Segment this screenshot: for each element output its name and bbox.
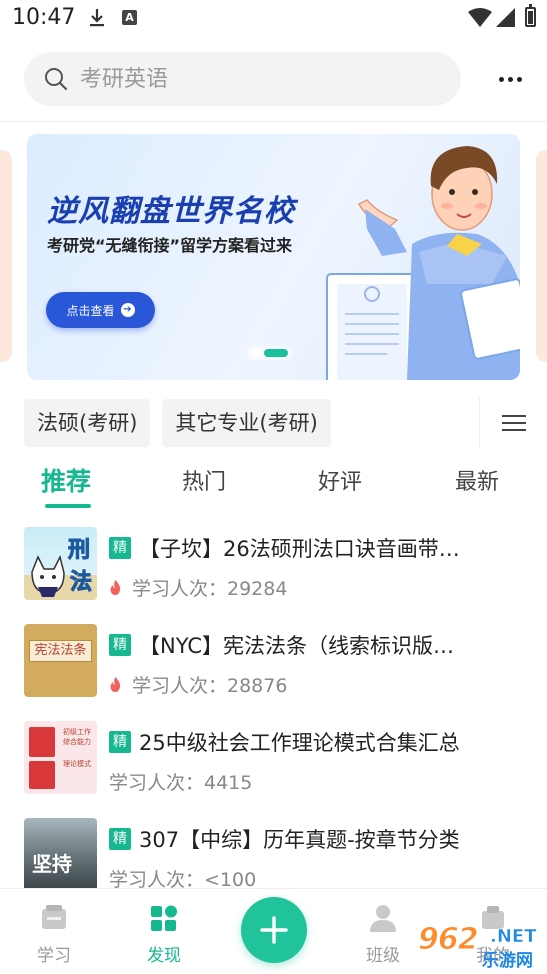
course-thumbnail: 刑 法 <box>24 527 97 600</box>
thumb-label: 坚持 <box>32 852 72 876</box>
course-title-text: 307【中综】历年真题-按章节分类 <box>139 828 460 852</box>
tab-latest[interactable]: 最新 <box>455 464 499 496</box>
featured-badge: 精 <box>109 731 131 753</box>
flame-icon <box>110 580 121 595</box>
study-count: 学习人次：4415 <box>109 772 253 794</box>
cellular-signal-icon <box>496 8 515 27</box>
tab-top-rated[interactable]: 好评 <box>318 464 362 496</box>
category-chip-law-master[interactable]: 法硕(考研) <box>24 399 151 447</box>
battery-icon <box>525 4 536 27</box>
banner-subtitle: 考研党“无缝衔接”留学方案看过来 <box>47 236 293 255</box>
thumb-char-1: 刑 <box>68 538 90 563</box>
notification-a-icon: A <box>122 10 137 25</box>
thumb-text-block: 初级工作 综合能力 理论模式 <box>63 728 91 768</box>
banner-dot <box>252 349 260 357</box>
banner-cta-label: 点击查看 <box>66 303 115 318</box>
course-title-text: 【子坎】26法硕刑法口诀音画带… <box>139 537 460 561</box>
banner-cta-button[interactable]: 点击查看 ➔ <box>46 292 155 328</box>
course-thumbnail: 宪法法条 <box>24 624 97 697</box>
site-watermark: 962 .NET 乐游网 <box>410 922 545 972</box>
book-icon <box>42 905 66 929</box>
class-icon <box>370 905 396 932</box>
tab-hot[interactable]: 热门 <box>182 464 226 496</box>
watermark-net: .NET <box>490 926 537 948</box>
book-cover-art <box>29 727 55 757</box>
course-title-text: 【NYC】宪法法条（线索标识版… <box>139 634 455 658</box>
search-bar[interactable] <box>24 52 461 106</box>
category-chip-other-majors[interactable]: 其它专业(考研) <box>162 399 331 447</box>
tab-active-indicator <box>45 504 91 508</box>
promo-banner[interactable]: 逆风翻盘世界名校 考研党“无缝衔接”留学方案看过来 点击查看 ➔ <box>27 134 520 380</box>
content-tabs: 推荐 热门 好评 最新 <box>0 458 547 510</box>
course-title: 精 25中级社会工作理论模式合集汇总 <box>109 727 521 757</box>
plus-icon <box>260 916 288 944</box>
featured-badge: 精 <box>109 537 131 559</box>
category-menu-button[interactable] <box>479 397 547 449</box>
study-count: 学习人次：29284 <box>132 578 288 600</box>
menu-lines-icon <box>501 415 526 417</box>
more-dots-icon <box>498 76 504 82</box>
header-divider <box>0 121 547 122</box>
course-title: 精 【NYC】宪法法条（线索标识版… <box>109 630 521 660</box>
banner-title: 逆风翻盘世界名校 <box>47 194 295 229</box>
course-title-text: 25中级社会工作理论模式合集汇总 <box>139 731 460 755</box>
arrow-right-icon: ➔ <box>120 303 135 317</box>
more-options-button[interactable] <box>488 66 532 92</box>
cartoon-cat-thumbnail-art: 刑 法 <box>24 538 97 600</box>
course-meta: 学习人次：29284 <box>109 574 287 601</box>
discover-icon <box>151 905 177 931</box>
banner-next-peek[interactable] <box>536 150 547 362</box>
watermark-name: 乐游网 <box>482 951 533 971</box>
thumb-char-2: 法 <box>70 570 92 595</box>
course-thumbnail: 坚持 <box>24 818 97 888</box>
flame-icon <box>110 677 121 692</box>
watermark-number: 962 <box>418 922 480 958</box>
add-button[interactable] <box>241 897 307 963</box>
thumb-label: 宪法法条 <box>29 640 92 662</box>
status-bar: 10:47 A <box>0 0 547 36</box>
wifi-icon <box>468 8 492 27</box>
tab-recommended[interactable]: 推荐 <box>41 462 91 498</box>
course-meta: 学习人次：28876 <box>109 671 287 698</box>
course-meta: 学习人次：<100 <box>109 865 256 888</box>
nav-item-discover[interactable]: 发现 <box>124 889 204 974</box>
list-item[interactable]: 宪法法条 精 【NYC】宪法法条（线索标识版… 学习人次：28876 <box>0 619 547 699</box>
download-icon <box>90 9 104 27</box>
course-title: 精 307【中综】历年真题-按章节分类 <box>109 824 521 854</box>
course-thumbnail: 初级工作 综合能力 理论模式 <box>24 721 97 794</box>
featured-badge: 精 <box>109 634 131 656</box>
banner-illustration <box>326 146 520 380</box>
course-meta: 学习人次：4415 <box>109 768 252 795</box>
list-item[interactable]: 刑 法 精 【子坎】26法硕刑法口诀音画带… 学习人次：29284 <box>0 522 547 602</box>
study-count: 学习人次：<100 <box>109 869 257 888</box>
category-chips: 法硕(考研) 其它专业(考研) <box>24 399 331 447</box>
banner-previous-peek[interactable] <box>0 150 12 362</box>
course-title: 精 【子坎】26法硕刑法口诀音画带… <box>109 533 521 563</box>
book-cover-art <box>29 761 55 789</box>
course-list: 刑 法 精 【子坎】26法硕刑法口诀音画带… 学习人次：29284 宪法法条 精… <box>0 522 547 888</box>
featured-badge: 精 <box>109 828 131 850</box>
status-time: 10:47 <box>12 5 76 30</box>
banner-dot-active <box>264 349 288 357</box>
nav-label-discover: 发现 <box>147 946 181 966</box>
list-item[interactable]: 坚持 精 307【中综】历年真题-按章节分类 学习人次：<100 <box>0 813 547 888</box>
search-input[interactable] <box>80 62 440 96</box>
search-icon <box>45 68 68 91</box>
banner-page-indicator <box>247 346 293 360</box>
nav-label-study: 学习 <box>37 946 71 966</box>
nav-item-study[interactable]: 学习 <box>14 889 94 974</box>
study-count: 学习人次：28876 <box>132 675 288 697</box>
list-item[interactable]: 初级工作 综合能力 理论模式 精 25中级社会工作理论模式合集汇总 学习人次：4… <box>0 716 547 796</box>
